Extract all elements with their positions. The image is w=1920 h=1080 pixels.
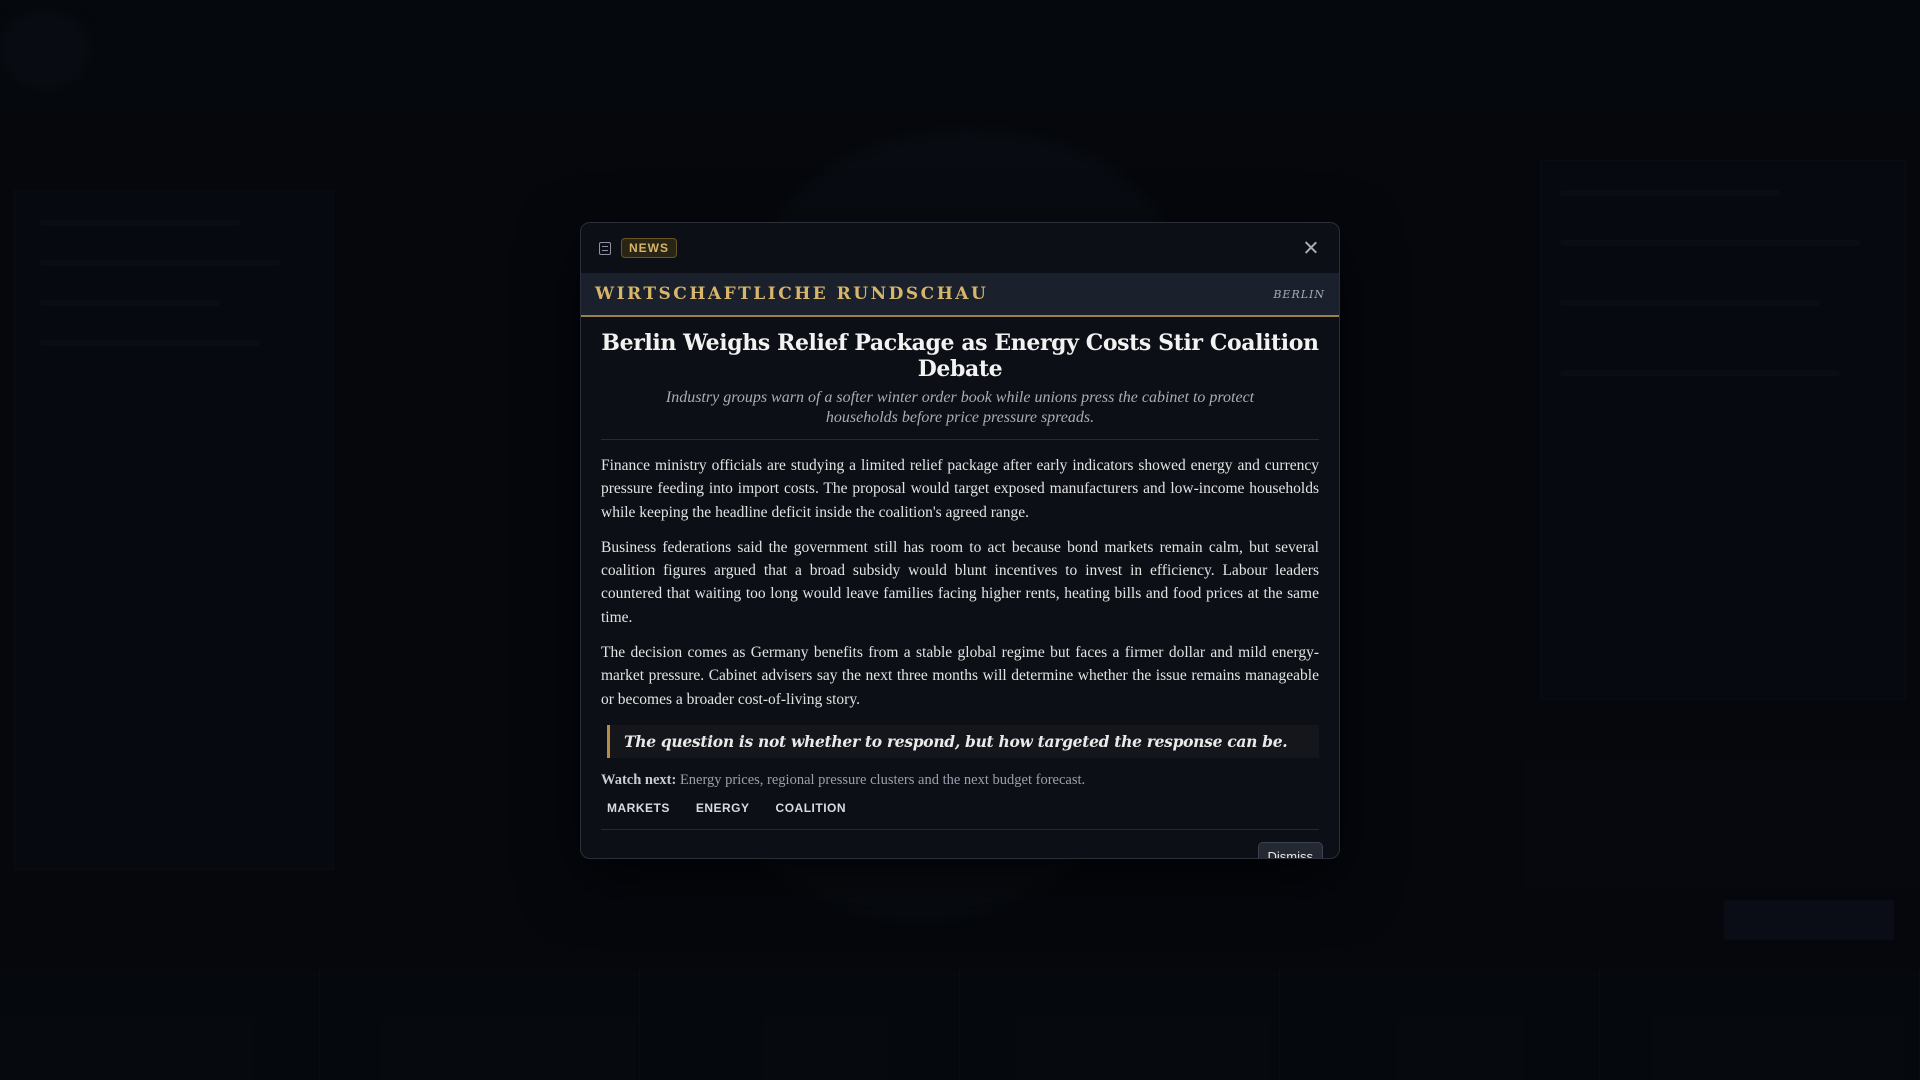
watch-next-text: Energy prices, regional pressure cluster… xyxy=(679,771,1086,788)
modal-footer: Dismiss xyxy=(581,830,1339,858)
news-document-icon xyxy=(599,241,611,255)
tag-coalition: COALITION xyxy=(775,800,847,815)
tag-list: MARKETS ENERGY COALITION xyxy=(601,801,1319,830)
headline: Berlin Weighs Relief Package as Energy C… xyxy=(601,330,1319,382)
article-body: Finance ministry officials are studying … xyxy=(601,440,1319,711)
watch-next-label: Watch next: xyxy=(601,771,677,788)
tag-energy: ENERGY xyxy=(695,800,750,815)
article: Berlin Weighs Relief Package as Energy C… xyxy=(581,330,1339,830)
subheadline: Industry groups warn of a softer winter … xyxy=(601,388,1319,440)
news-modal: NEWS WIRTSCHAFTLICHE RUNDSCHAU BERLIN Be… xyxy=(580,222,1340,859)
article-paragraph: Finance ministry officials are studying … xyxy=(601,457,1319,521)
pull-quote: The question is not whether to respond, … xyxy=(607,724,1319,758)
article-paragraph: Business federations said the government… xyxy=(601,538,1319,626)
watch-next: Watch next: Energy prices, regional pres… xyxy=(601,772,1319,789)
article-paragraph: The decision comes as Germany benefits f… xyxy=(601,644,1319,708)
modal-header: NEWS xyxy=(581,223,1339,273)
close-icon[interactable] xyxy=(1301,238,1321,258)
masthead-name: WIRTSCHAFTLICHE RUNDSCHAU xyxy=(595,284,989,304)
masthead: WIRTSCHAFTLICHE RUNDSCHAU BERLIN xyxy=(581,273,1339,317)
dismiss-button[interactable]: Dismiss xyxy=(1257,841,1323,858)
news-badge: NEWS xyxy=(621,238,677,258)
masthead-city: BERLIN xyxy=(1273,287,1325,301)
tag-markets: MARKETS xyxy=(607,800,670,815)
